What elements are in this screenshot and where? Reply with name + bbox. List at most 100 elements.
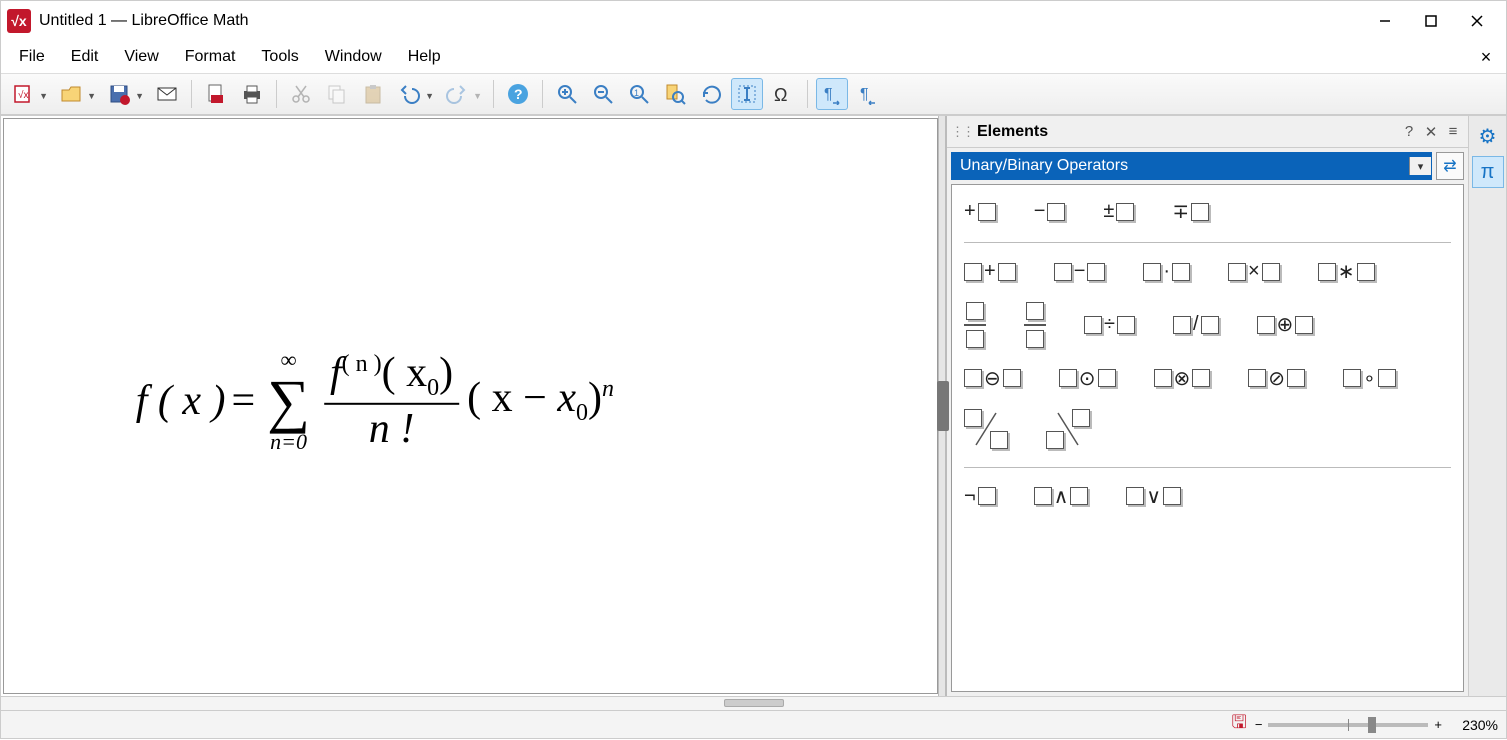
element-subtraction[interactable]: − (1054, 259, 1106, 284)
menu-format[interactable]: Format (173, 44, 248, 70)
element-circled-plus[interactable]: ⊕ (1257, 302, 1314, 348)
new-button[interactable]: √x▼ (7, 78, 39, 110)
panel-menu-button[interactable]: ≡ (1442, 123, 1464, 140)
toolbar-separator (191, 80, 192, 108)
svg-text:¶: ¶ (824, 86, 833, 103)
redo-button[interactable]: ▼ (441, 78, 473, 110)
menu-window[interactable]: Window (313, 44, 394, 70)
rtl-button[interactable]: ¶ (852, 78, 884, 110)
help-button[interactable]: ? (502, 78, 534, 110)
status-bar: 🖫 − + 230% (1, 710, 1506, 738)
save-button[interactable]: ▼ (103, 78, 135, 110)
element-and[interactable]: ∧ (1034, 484, 1089, 509)
sum-lower: n=0 (270, 431, 307, 453)
zoom-in-icon[interactable]: + (1434, 717, 1442, 732)
elements-panel-header: ⋮⋮ Elements ? ✕ ≡ (947, 116, 1468, 148)
window-title: Untitled 1 — LibreOffice Math (39, 12, 249, 30)
print-button[interactable] (236, 78, 268, 110)
ltr-button[interactable]: ¶ (816, 78, 848, 110)
formula-equals: = (232, 377, 256, 425)
formula-lhs: f ( x ) (136, 377, 226, 425)
sigma-icon: ∑ (267, 371, 310, 431)
element-or[interactable]: ∨ (1126, 484, 1181, 509)
element-circled-slash[interactable]: ⊘ (1248, 366, 1305, 391)
element-multiplication-x[interactable]: × (1228, 259, 1280, 284)
zoom-in-button[interactable] (551, 78, 583, 110)
zoom-out-button[interactable] (587, 78, 619, 110)
zoom-page-button[interactable] (659, 78, 691, 110)
element-circled-times[interactable]: ⊗ (1154, 366, 1211, 391)
menu-tools[interactable]: Tools (249, 44, 310, 70)
symbols-button[interactable]: Ω (767, 78, 799, 110)
minimize-button[interactable] (1362, 1, 1408, 41)
cut-button[interactable] (285, 78, 317, 110)
elements-category-select[interactable]: Unary/Binary Operators ▾ (951, 152, 1432, 180)
app-icon: √x (7, 9, 31, 33)
undo-button[interactable]: ▼ (393, 78, 425, 110)
element-division[interactable]: ÷ (1084, 302, 1135, 348)
panel-close-button[interactable]: ✕ (1420, 123, 1442, 141)
fraction-denominator: n ! (363, 404, 421, 452)
paste-button[interactable] (357, 78, 389, 110)
element-circled-dot[interactable]: ⊙ (1059, 366, 1116, 391)
standard-toolbar: √x▼ ▼ ▼ ▼ ▼ ? 1 Ω ¶ ¶ (1, 73, 1506, 115)
vertical-splitter[interactable] (938, 116, 946, 696)
zoom-percent[interactable]: 230% (1450, 717, 1498, 733)
element-multiplication-star[interactable]: ∗ (1318, 259, 1375, 284)
grip-icon[interactable]: ⋮⋮ (951, 124, 973, 140)
elements-category-label: Unary/Binary Operators (960, 157, 1128, 175)
element-fraction[interactable] (964, 302, 986, 348)
formula-preview[interactable]: f ( x ) = ∞ ∑ n=0 f( n )( x0) n ! ( x − … (3, 118, 938, 694)
title-bar: √x Untitled 1 — LibreOffice Math (1, 1, 1506, 41)
panel-help-button[interactable]: ? (1398, 123, 1420, 140)
mail-button[interactable] (151, 78, 183, 110)
document-close-button[interactable]: × (1472, 47, 1500, 68)
copy-button[interactable] (321, 78, 353, 110)
element-multiplication-dot[interactable]: · (1143, 259, 1190, 284)
close-button[interactable] (1454, 1, 1500, 41)
sidebar-tabs: ⚙ π (1468, 116, 1506, 696)
element-circle-compose[interactable]: ∘ (1343, 366, 1396, 391)
element-addition[interactable]: + (964, 259, 1016, 284)
element-minusplus-sign[interactable]: ∓ (1172, 199, 1209, 224)
menu-view[interactable]: View (112, 44, 170, 70)
maximize-button[interactable] (1408, 1, 1454, 41)
element-circled-minus[interactable]: ⊖ (964, 366, 1021, 391)
zoom-100-button[interactable]: 1 (623, 78, 655, 110)
element-minus-sign[interactable]: − (1034, 199, 1066, 224)
element-division-slash[interactable]: / (1173, 302, 1219, 348)
zoom-slider[interactable]: − + (1255, 717, 1442, 732)
elements-panel: ⋮⋮ Elements ? ✕ ≡ Unary/Binary Operators… (946, 116, 1506, 696)
menu-file[interactable]: File (7, 44, 57, 70)
chevron-down-icon: ▾ (1409, 157, 1431, 175)
element-fraction-alt[interactable] (1024, 302, 1046, 348)
element-plusminus-sign[interactable]: ± (1103, 199, 1134, 224)
element-not[interactable]: ¬ (964, 484, 996, 509)
menu-edit[interactable]: Edit (59, 44, 111, 70)
formula-sum: ∞ ∑ n=0 (267, 349, 310, 453)
sidebar-tab-properties[interactable]: ⚙ (1472, 120, 1504, 152)
svg-text:1: 1 (634, 88, 639, 98)
menu-help[interactable]: Help (396, 44, 453, 70)
panel-settings-button[interactable]: ⇄ (1436, 152, 1464, 180)
commands-splitter[interactable] (1, 696, 1506, 710)
sidebar-tab-elements[interactable]: π (1472, 156, 1504, 188)
formula-cursor-button[interactable] (731, 78, 763, 110)
toolbar-separator (807, 80, 808, 108)
svg-text:√x: √x (18, 89, 29, 101)
element-plus-sign[interactable]: + (964, 199, 996, 224)
open-button[interactable]: ▼ (55, 78, 87, 110)
rendered-formula: f ( x ) = ∞ ∑ n=0 f( n )( x0) n ! ( x − … (136, 349, 614, 453)
zoom-out-icon[interactable]: − (1255, 717, 1263, 732)
export-pdf-button[interactable] (200, 78, 232, 110)
toolbar-separator (276, 80, 277, 108)
menu-bar: File Edit View Format Tools Window Help … (1, 41, 1506, 73)
refresh-button[interactable] (695, 78, 727, 110)
element-wideslash[interactable] (964, 409, 1008, 449)
svg-text:Ω: Ω (774, 85, 787, 105)
elements-panel-title: Elements (977, 123, 1048, 141)
save-status-icon[interactable]: 🖫 (1231, 710, 1246, 740)
svg-text:?: ? (514, 86, 523, 102)
element-widebslash[interactable] (1046, 409, 1090, 449)
formula-fraction: f( n )( x0) n ! (324, 349, 459, 452)
